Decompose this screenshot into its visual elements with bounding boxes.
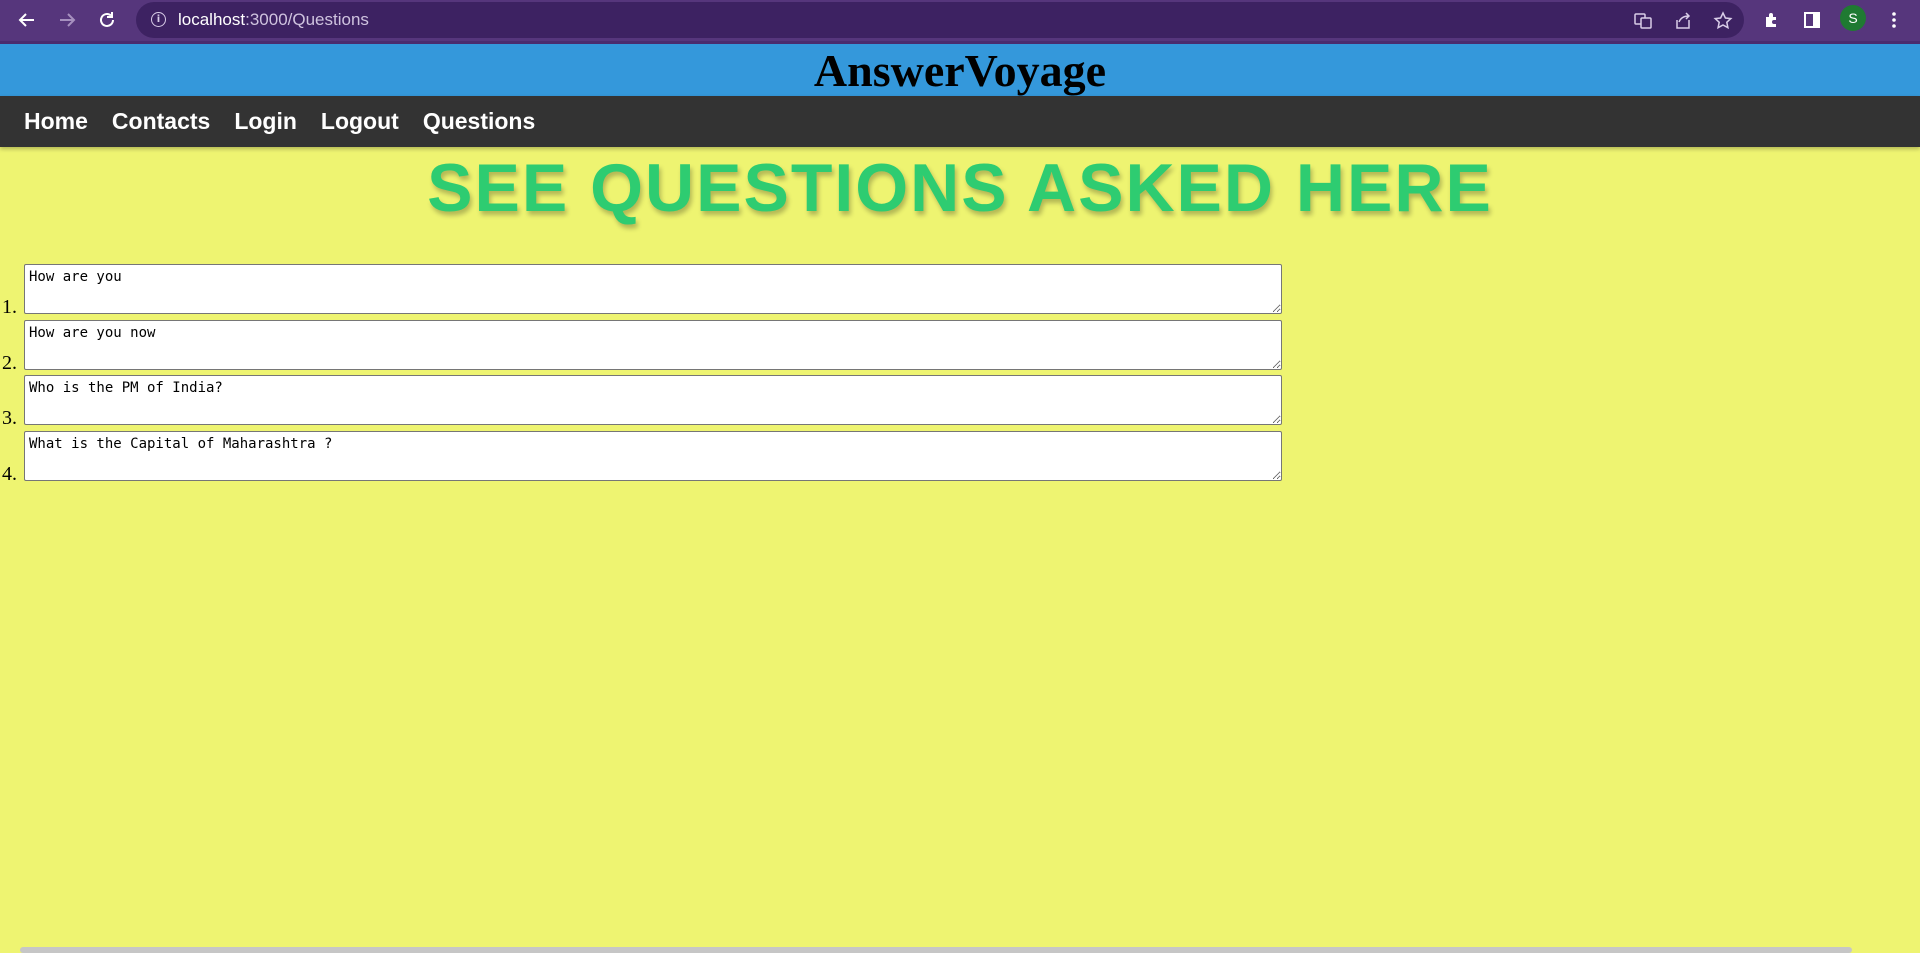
url-path: :3000/Questions [245,10,369,29]
nav-link-logout[interactable]: Logout [309,96,411,146]
kebab-menu-icon[interactable] [1880,6,1908,34]
translate-icon[interactable] [1630,8,1656,34]
question-textarea[interactable]: What is the Capital of Maharashtra ? [24,430,1282,481]
url-host: localhost [178,10,246,29]
question-textarea[interactable]: How are you now [24,319,1282,370]
nav-link-questions[interactable]: Questions [411,96,547,146]
side-panel-icon[interactable] [1798,6,1826,34]
question-textarea[interactable]: Who is the PM of India? [24,375,1282,425]
site-navigation: Home Contacts Login Logout Questions [0,96,1920,147]
browser-toolbar: i localhost:3000/Questions S [0,0,1920,44]
horizontal-scrollbar[interactable] [20,947,1852,953]
reload-icon[interactable] [92,5,122,35]
back-icon[interactable] [12,5,42,35]
nav-link-home[interactable]: Home [12,96,100,146]
site-title: AnswerVoyage [813,45,1107,96]
question-number: 1. [2,296,17,318]
question-number: 2. [2,351,17,374]
address-bar[interactable]: i localhost:3000/Questions [136,2,1744,38]
site-header: AnswerVoyage [0,44,1920,96]
forward-icon[interactable] [52,5,82,35]
bookmark-star-icon[interactable] [1710,8,1736,34]
question-textarea[interactable]: How are you [24,264,1282,314]
share-icon[interactable] [1670,8,1696,34]
nav-link-contacts[interactable]: Contacts [100,96,222,146]
question-number: 3. [2,407,17,429]
profile-avatar[interactable]: S [1840,5,1866,31]
nav-link-login[interactable]: Login [222,96,309,146]
extensions-icon[interactable] [1758,6,1786,34]
page-heading: SEE QUESTIONS ASKED HERE [427,150,1493,226]
url-text[interactable]: localhost:3000/Questions [178,10,369,30]
site-info-icon[interactable]: i [151,12,166,27]
question-number: 4. [2,462,17,485]
